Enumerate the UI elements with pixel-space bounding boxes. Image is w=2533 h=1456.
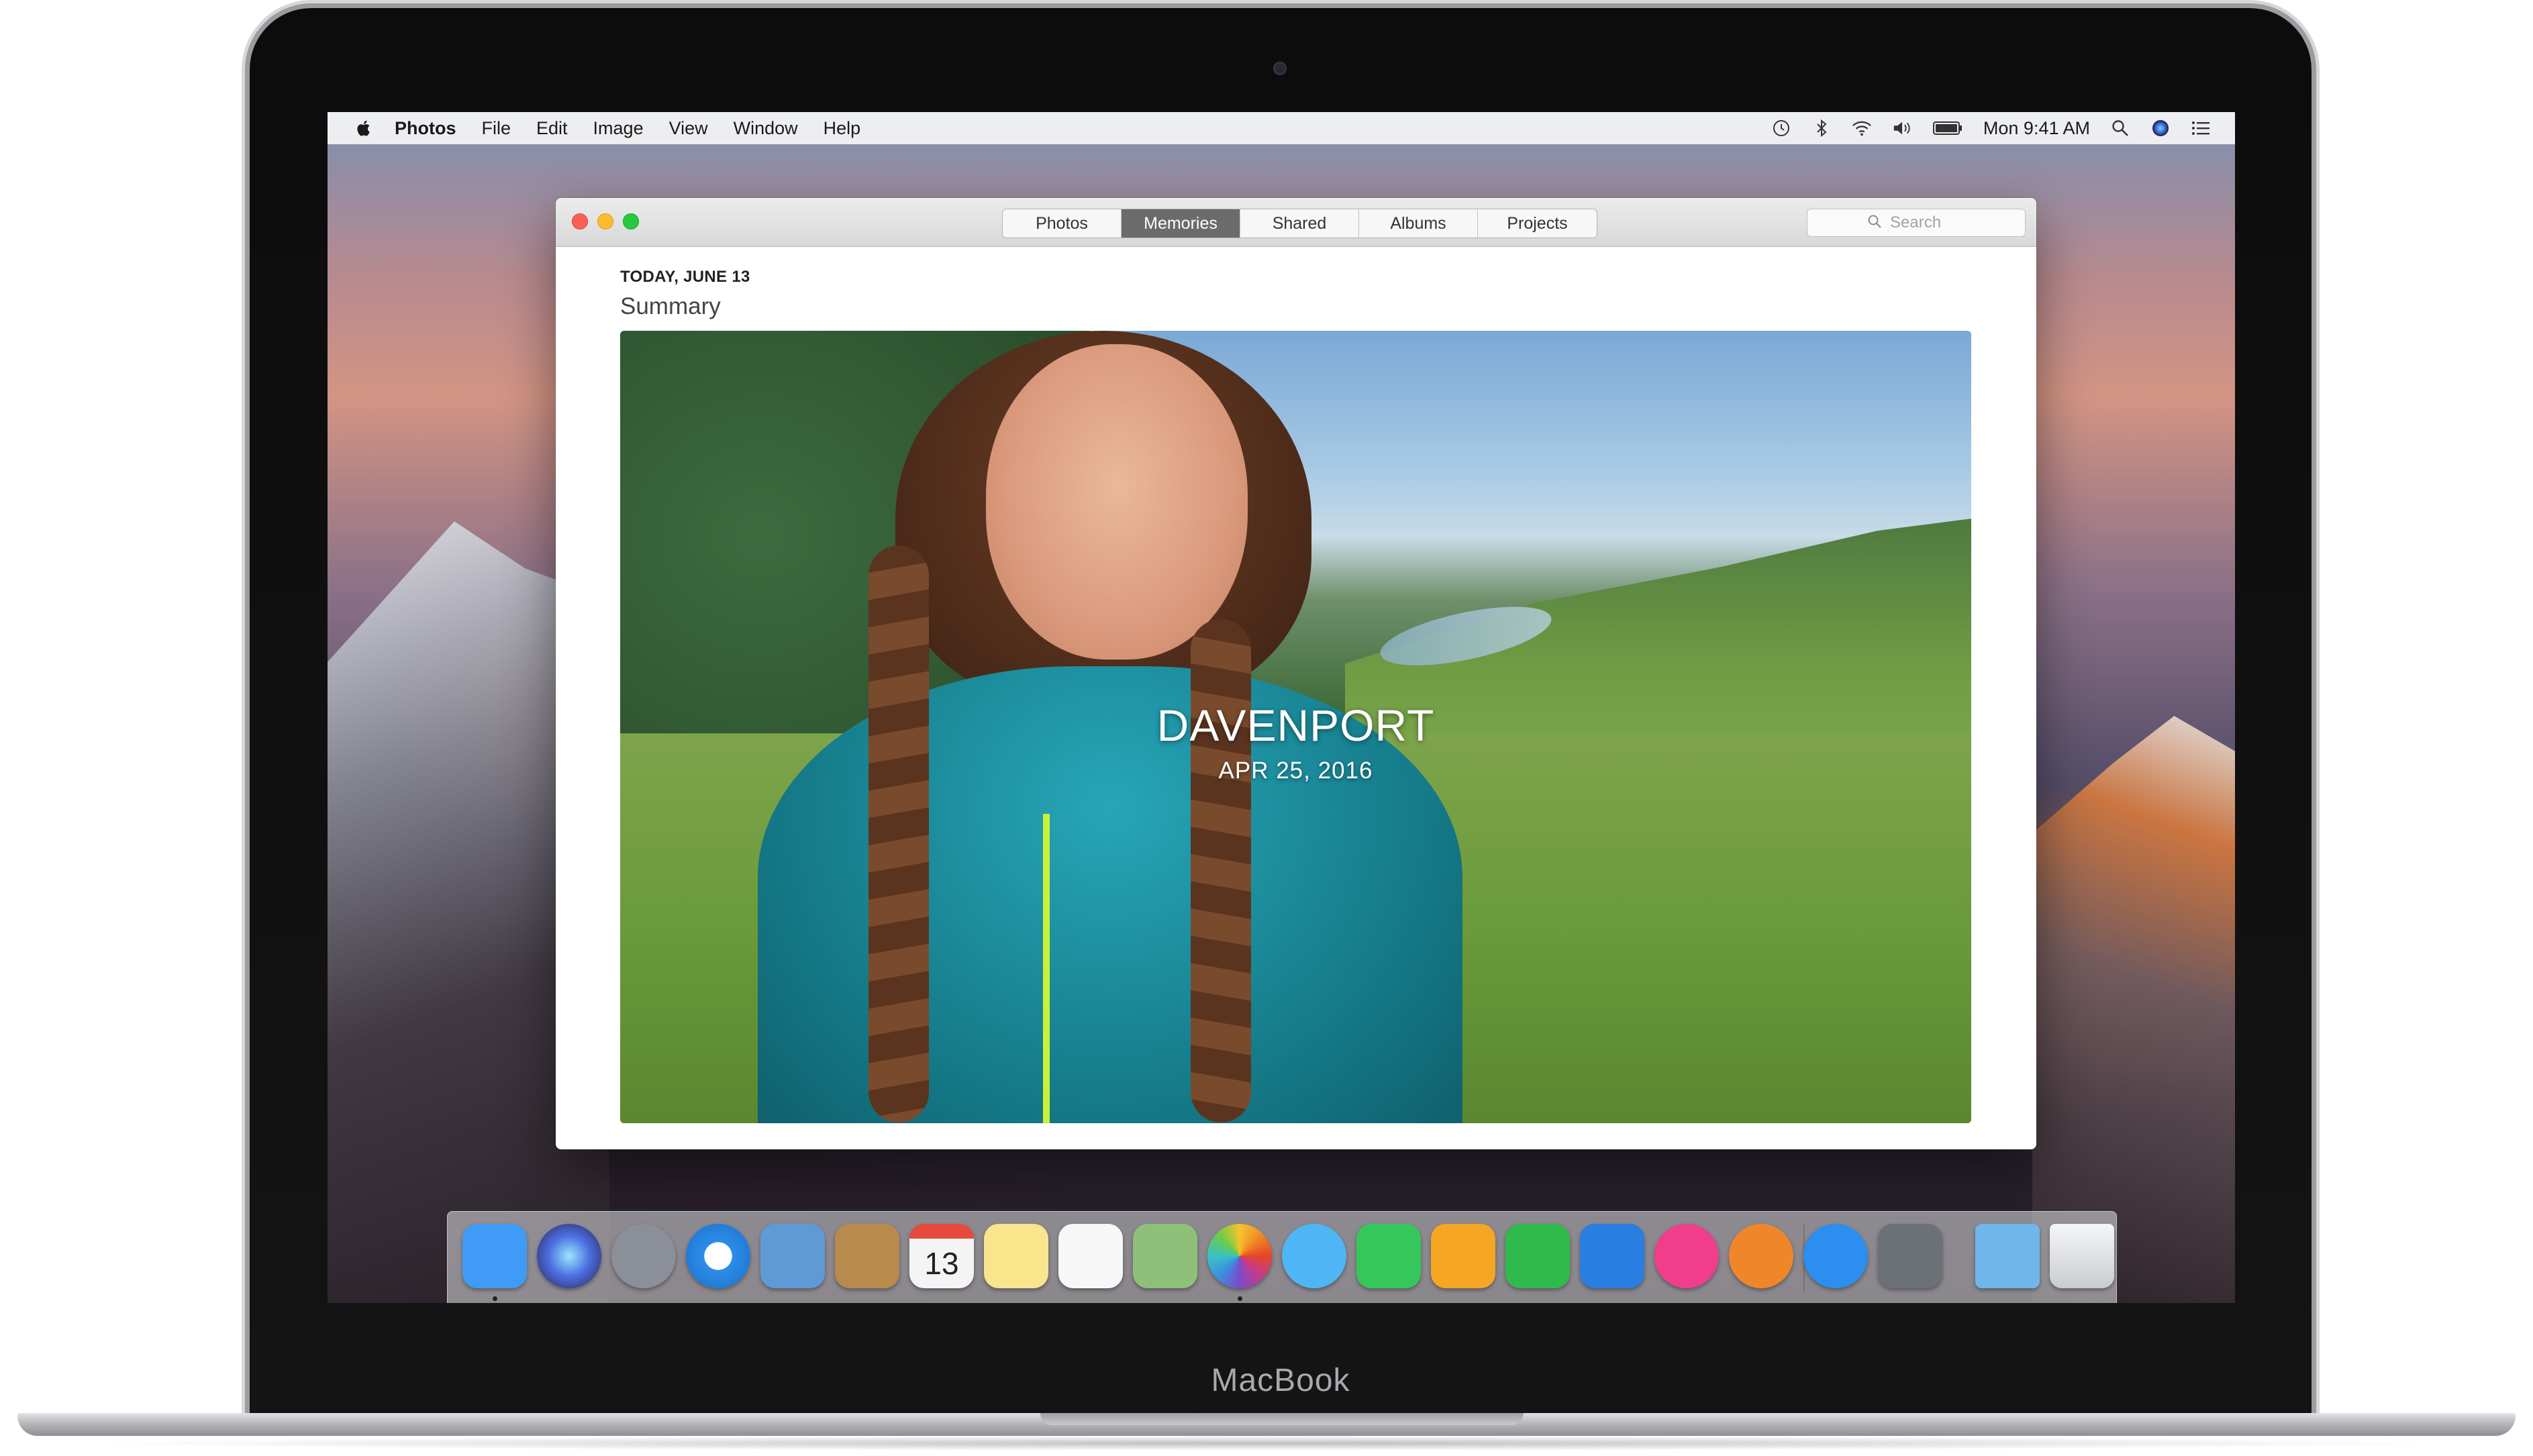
camera	[1273, 62, 1287, 75]
numbers-icon[interactable]	[1505, 1224, 1570, 1288]
menu-help[interactable]: Help	[824, 118, 861, 139]
launchpad-icon[interactable]	[611, 1224, 676, 1288]
tab-albums[interactable]: Albums	[1359, 209, 1478, 238]
photo-subject-face	[986, 344, 1248, 660]
photos-icon[interactable]	[1207, 1224, 1272, 1288]
notes-icon[interactable]	[984, 1224, 1048, 1288]
memories-section-title: Summary	[620, 293, 721, 319]
menu-app-name[interactable]: Photos	[395, 118, 456, 139]
tab-shared[interactable]: Shared	[1240, 209, 1359, 238]
laptop-base-notch	[1040, 1413, 1524, 1425]
wifi-icon[interactable]	[1852, 118, 1872, 138]
menu-bar-status-area: Mon 9:41 AM	[1771, 112, 2211, 144]
downloads-folder-icon[interactable]	[1975, 1224, 2040, 1288]
tab-photos[interactable]: Photos	[1003, 209, 1122, 238]
calendar-icon[interactable]: 13	[909, 1224, 974, 1288]
view-tabs: Photos Memories Shared Albums Projects	[1002, 209, 1597, 238]
menu-edit[interactable]: Edit	[536, 118, 568, 139]
siri-menu-icon[interactable]	[2150, 118, 2171, 138]
itunes-icon[interactable]	[1654, 1224, 1719, 1288]
dock: 13	[447, 1211, 2117, 1303]
device-label: MacBook	[1211, 1363, 1350, 1398]
search-field[interactable]	[1807, 209, 2026, 237]
finder-icon[interactable]	[462, 1224, 527, 1288]
menu-view[interactable]: View	[669, 118, 708, 139]
memory-card[interactable]: DAVENPORT APR 25, 2016	[620, 331, 1971, 1123]
ibooks-icon[interactable]	[1729, 1224, 1793, 1288]
tab-memories[interactable]: Memories	[1122, 209, 1240, 238]
window-zoom-button[interactable]	[623, 213, 639, 229]
volume-icon[interactable]	[1892, 118, 1912, 138]
notification-center-icon[interactable]	[2191, 118, 2211, 138]
laptop-shadow	[81, 1436, 2452, 1451]
apple-menu-icon[interactable]	[353, 117, 372, 140]
memory-date: APR 25, 2016	[1218, 758, 1373, 784]
window-minimize-button[interactable]	[597, 213, 613, 229]
photo-subject-braid-right	[1191, 619, 1251, 1123]
trash-icon[interactable]	[2050, 1224, 2114, 1288]
memories-date-label: TODAY, JUNE 13	[620, 268, 750, 286]
reminders-icon[interactable]	[1058, 1224, 1123, 1288]
photos-window: Photos Memories Shared Albums Projects T…	[556, 198, 2036, 1149]
running-indicator	[1238, 1296, 1242, 1301]
memory-title: DAVENPORT	[1156, 700, 1435, 750]
safari-icon[interactable]	[686, 1224, 750, 1288]
maps-icon[interactable]	[1133, 1224, 1197, 1288]
battery-icon[interactable]	[1932, 118, 1963, 138]
photo-subject-zipper	[1043, 814, 1050, 1123]
calendar-date-label: 13	[924, 1246, 959, 1281]
contacts-icon[interactable]	[835, 1224, 899, 1288]
siri-icon[interactable]	[537, 1224, 601, 1288]
menu-image[interactable]: Image	[593, 118, 644, 139]
system-preferences-icon[interactable]	[1878, 1224, 1942, 1288]
search-icon	[1867, 214, 1882, 232]
window-close-button[interactable]	[572, 213, 588, 229]
running-indicator	[493, 1296, 497, 1301]
menu-bar-clock[interactable]: Mon 9:41 AM	[1983, 118, 2090, 139]
desktop-screen: Photos File Edit Image View Window Help …	[328, 112, 2235, 1303]
spotlight-icon[interactable]	[2110, 118, 2130, 138]
app-store-icon[interactable]	[1803, 1224, 1868, 1288]
pages-icon[interactable]	[1431, 1224, 1495, 1288]
menu-window[interactable]: Window	[734, 118, 798, 139]
window-titlebar[interactable]: Photos Memories Shared Albums Projects	[556, 198, 2036, 247]
keynote-icon[interactable]	[1580, 1224, 1644, 1288]
menu-bar: Photos File Edit Image View Window Help …	[328, 112, 2235, 144]
menu-file[interactable]: File	[482, 118, 511, 139]
photo-subject-braid-left	[868, 545, 929, 1123]
messages-icon[interactable]	[1282, 1224, 1346, 1288]
mail-icon[interactable]	[760, 1224, 825, 1288]
search-input[interactable]	[1889, 213, 1965, 233]
tab-projects[interactable]: Projects	[1478, 209, 1597, 238]
facetime-icon[interactable]	[1356, 1224, 1421, 1288]
time-machine-icon[interactable]	[1771, 118, 1791, 138]
bluetooth-icon[interactable]	[1811, 118, 1832, 138]
